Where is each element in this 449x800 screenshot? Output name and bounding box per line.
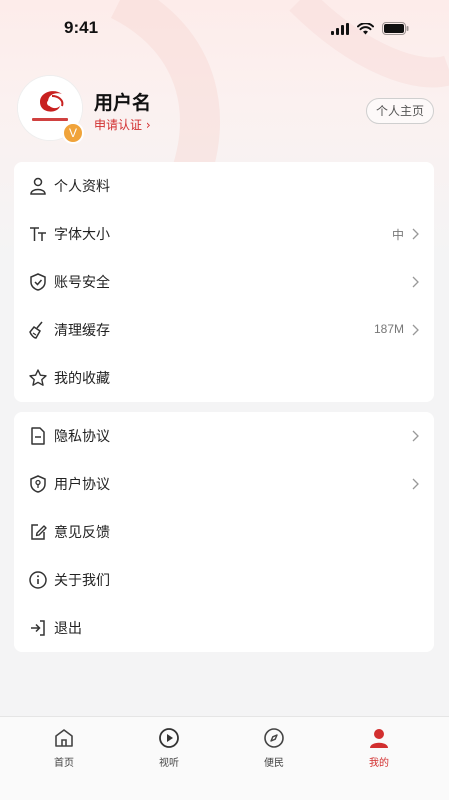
font-size-value: 中 [391, 228, 404, 242]
compass-icon [264, 728, 284, 748]
avatar[interactable]: V [18, 76, 84, 144]
verified-badge: V [62, 122, 84, 144]
tab-label: 首页 [54, 758, 74, 769]
home-icon [55, 729, 73, 747]
font-size-icon [30, 227, 46, 241]
chevron-right-icon [412, 276, 419, 288]
status-bar: 9:41 [0, 0, 449, 54]
chevron-right-icon [412, 430, 419, 442]
menu-label: 退出 [54, 621, 82, 637]
status-icons [331, 22, 409, 35]
tab-label: 便民 [264, 758, 284, 769]
menu-item-privacy-policy[interactable]: 隐私协议 [14, 412, 434, 460]
menu-item-favorites[interactable]: 我的收藏 [14, 354, 434, 402]
menu-label: 隐私协议 [54, 429, 110, 445]
status-time: 9:41 [64, 18, 99, 37]
tab-mine[interactable]: 我的 [349, 727, 409, 769]
menu-item-profile[interactable]: 个人资料 [14, 162, 434, 210]
menu-label: 关于我们 [54, 573, 110, 589]
menu-item-logout[interactable]: 退出 [14, 604, 434, 652]
wifi-icon [357, 22, 374, 34]
menu-label: 用户协议 [54, 477, 110, 493]
tab-video[interactable]: 视听 [139, 727, 199, 769]
play-icon [159, 728, 179, 748]
menu-label: 意见反馈 [54, 525, 110, 541]
cache-size-value: 187M [373, 322, 404, 336]
menu-item-feedback[interactable]: 意见反馈 [14, 508, 434, 556]
chevron-right-icon [412, 324, 419, 336]
bottom-tab-bar: 首页 视听 便民 我的 [0, 716, 449, 800]
info-icon [29, 571, 47, 589]
menu-item-user-agreement[interactable]: 用户协议 [14, 460, 434, 508]
user-name: 用户名 [94, 92, 152, 114]
menu-item-font-size[interactable]: 字体大小 中 [14, 210, 434, 258]
chevron-right-icon [412, 228, 419, 240]
chevron-right-icon [412, 478, 419, 490]
settings-card-2: 隐私协议 用户协议 意见反馈 关于我们 退出 [14, 412, 434, 652]
apply-verify-link[interactable]: 申请认证 › [94, 116, 151, 133]
tab-label: 我的 [369, 758, 389, 769]
menu-label: 账号安全 [54, 275, 110, 291]
user-icon [370, 729, 388, 748]
menu-item-about-us[interactable]: 关于我们 [14, 556, 434, 604]
shield-user-icon [30, 475, 46, 493]
signal-icon [331, 22, 349, 35]
tab-label: 视听 [159, 758, 179, 769]
personal-homepage-button[interactable]: 个人主页 [365, 98, 434, 124]
profile-header: V 用户名 申请认证 › 个人主页 [18, 76, 434, 148]
document-icon [31, 427, 45, 445]
tab-home[interactable]: 首页 [34, 727, 94, 769]
menu-item-clear-cache[interactable]: 清理缓存 187M [14, 306, 434, 354]
battery-icon [382, 22, 409, 35]
shield-check-icon [30, 273, 46, 291]
menu-label: 个人资料 [54, 179, 110, 195]
menu-label: 我的收藏 [54, 371, 110, 387]
star-icon [29, 369, 47, 386]
person-icon [30, 177, 46, 195]
menu-item-account-security[interactable]: 账号安全 [14, 258, 434, 306]
tab-services[interactable]: 便民 [244, 727, 304, 769]
edit-icon [31, 524, 47, 540]
broom-icon [29, 321, 43, 339]
logout-icon [31, 620, 45, 636]
menu-label: 字体大小 [54, 227, 110, 243]
menu-label: 清理缓存 [54, 323, 110, 339]
settings-card-1: 个人资料 字体大小 中 账号安全 清理缓存 187M 我的收藏 [14, 162, 434, 402]
